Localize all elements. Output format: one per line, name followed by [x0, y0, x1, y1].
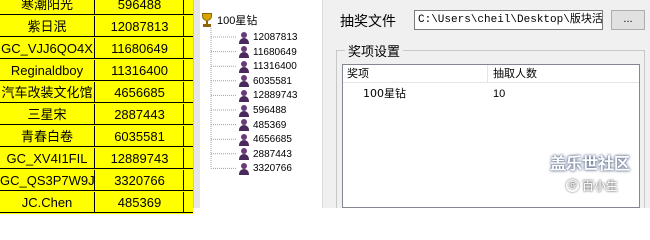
- user-icon: [238, 133, 250, 146]
- user-icon: [238, 31, 250, 44]
- tree-item[interactable]: 11680649: [238, 45, 297, 60]
- spreadsheet: 寒潮阳光 596488 紫日泯 12087813 GC_VJJ6QO4X 11680649…: [0, 0, 193, 214]
- tree-item-label: 4656685: [253, 134, 292, 146]
- tree-item[interactable]: 4656685: [238, 132, 292, 147]
- name-cell[interactable]: 青春白卷: [0, 126, 95, 147]
- score-cell[interactable]: 12889743: [96, 148, 184, 169]
- table-row[interactable]: 紫日泯 12087813: [0, 16, 193, 37]
- user-icon: [238, 162, 250, 175]
- tree-item[interactable]: 3320766: [238, 161, 292, 176]
- user-icon: [238, 89, 250, 102]
- prize-count-cell: 10: [493, 88, 506, 100]
- user-icon: [238, 60, 250, 73]
- table-row[interactable]: Reginaldboy 11316400: [0, 60, 193, 81]
- tree-item[interactable]: 12087813: [238, 30, 298, 45]
- name-cell[interactable]: GC_QS3P7W9J: [0, 170, 95, 191]
- score-cell[interactable]: 11680649: [96, 38, 184, 59]
- tree-item[interactable]: 11316400: [238, 59, 297, 74]
- tree-item[interactable]: 485369: [238, 118, 286, 133]
- file-label: 抽奖文件: [340, 14, 396, 30]
- table-row[interactable]: GC_QS3P7W9J 3320766: [0, 170, 193, 191]
- tree-item-label: 6035581: [253, 75, 292, 87]
- spreadsheet-scroll-edge: [193, 0, 200, 208]
- score-cell[interactable]: 2887443: [96, 104, 184, 125]
- table-row[interactable]: GC_VJJ6QO4X 11680649: [0, 38, 193, 59]
- score-cell[interactable]: 3320766: [96, 170, 184, 191]
- at-icon: @: [566, 179, 579, 192]
- tree-item-label: 596488: [253, 105, 287, 116]
- table-row[interactable]: 寒潮阳光 596488: [0, 0, 193, 15]
- table-row[interactable]: 三星宋 2887443: [0, 104, 193, 125]
- score-cell[interactable]: 11316400: [96, 60, 184, 81]
- user-icon: [238, 119, 250, 132]
- tree-item-label: 12889743: [253, 90, 298, 102]
- tree-item[interactable]: 6035581: [238, 74, 292, 89]
- column-count[interactable]: 抽取人数: [489, 65, 639, 83]
- tree-item-label: 485369: [253, 119, 287, 131]
- file-path-input[interactable]: C:\Users\cheil\Desktop\版块活: [414, 10, 603, 30]
- score-cell[interactable]: 596488: [96, 0, 184, 15]
- name-cell[interactable]: GC_VJJ6QO4X: [0, 38, 95, 59]
- tree-item[interactable]: 12889743: [238, 88, 298, 103]
- user-icon: [238, 148, 250, 161]
- prize-tree: 100星钻 12087813 11680649 11316400 6035581 128…: [200, 0, 322, 208]
- watermark-subtitle: @ 百小生: [566, 177, 618, 194]
- column-prize[interactable]: 奖项: [343, 65, 488, 83]
- prize-name-cell: 100星钻: [363, 87, 406, 100]
- name-cell[interactable]: 寒潮阳光: [0, 0, 95, 15]
- name-cell[interactable]: Reginaldboy: [0, 60, 95, 81]
- score-cell[interactable]: 12087813: [96, 16, 184, 37]
- table-row[interactable]: 汽车改装文化馆 4656685: [0, 82, 193, 103]
- score-cell[interactable]: 485369: [96, 192, 184, 213]
- tree-connector-lines: [210, 28, 237, 169]
- tree-root[interactable]: 100星钻: [200, 12, 257, 28]
- prize-list-header: 奖项 抽取人数: [343, 65, 639, 83]
- tree-item[interactable]: 2887443: [238, 147, 292, 162]
- name-cell[interactable]: 紫日泯: [0, 16, 95, 37]
- watermark: 盖乐世社区 @ 百小生: [548, 150, 648, 206]
- watermark-author: 百小生: [582, 179, 619, 193]
- table-row[interactable]: JC.Chen 485369: [0, 192, 193, 213]
- score-cell[interactable]: 4656685: [96, 82, 184, 103]
- watermark-title: 盖乐世社区: [550, 154, 631, 173]
- tree-root-label: 100星钻: [217, 15, 258, 27]
- tree-item-label: 11316400: [253, 61, 297, 73]
- tree-item[interactable]: 596488: [238, 103, 286, 118]
- table-row[interactable]: GC_XV4I1FIL 12889743: [0, 148, 193, 169]
- prize-settings-title: 奖项设置: [345, 41, 404, 60]
- tree-item-label: 12087813: [253, 32, 298, 43]
- name-cell[interactable]: 三星宋: [0, 104, 95, 125]
- user-icon: [238, 75, 250, 88]
- browse-button[interactable]: ...: [611, 10, 645, 30]
- user-icon: [238, 104, 250, 117]
- name-cell[interactable]: 汽车改装文化馆: [0, 82, 95, 103]
- score-cell[interactable]: 6035581: [96, 126, 184, 147]
- table-row[interactable]: 100星钻 10: [343, 85, 639, 103]
- name-cell[interactable]: JC.Chen: [0, 192, 95, 213]
- tree-item-label: 11680649: [253, 46, 297, 58]
- table-row[interactable]: 青春白卷 6035581: [0, 126, 193, 147]
- tree-item-label: 2887443: [253, 148, 292, 160]
- user-icon: [238, 46, 250, 59]
- name-cell[interactable]: GC_XV4I1FIL: [0, 148, 95, 169]
- trophy-icon: [200, 13, 214, 27]
- tree-item-label: 3320766: [253, 163, 292, 175]
